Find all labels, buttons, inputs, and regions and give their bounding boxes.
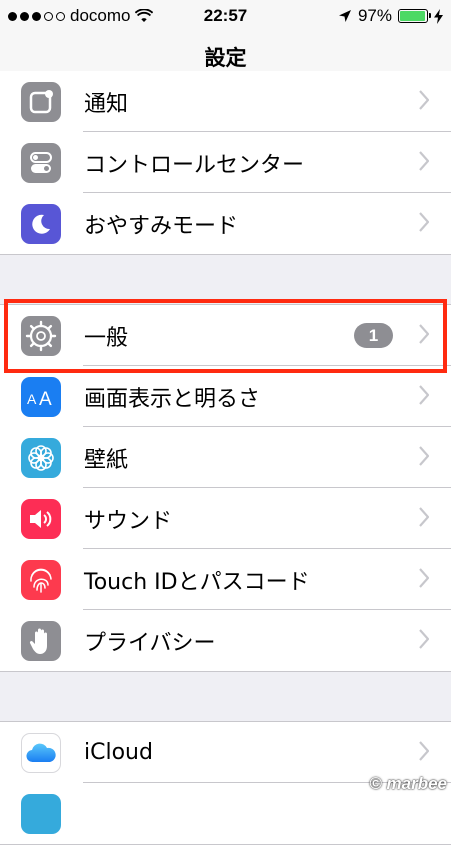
row-label: プライバシー (84, 630, 216, 656)
settings-group-2: 一般 1 A A 画面表示と明るさ 壁紙 サウンド Touch IDとパスコード… (0, 304, 451, 672)
chevron-right-icon (419, 324, 429, 344)
row-notifications[interactable]: 通知 (0, 71, 451, 132)
control-center-icon (21, 142, 61, 183)
row-label: 画面表示と明るさ (84, 386, 261, 412)
chevron-right-icon (419, 90, 429, 110)
update-badge: 1 (354, 323, 393, 348)
charging-bolt-icon (434, 8, 443, 24)
row-label: サウンド (84, 508, 173, 534)
gear-icon (21, 315, 61, 356)
notifications-icon (21, 81, 61, 122)
chevron-right-icon (419, 151, 429, 171)
row-label: 壁紙 (84, 447, 129, 473)
chevron-right-icon (419, 629, 429, 649)
chevron-right-icon (419, 446, 429, 466)
speaker-icon (21, 498, 61, 539)
row-wallpaper[interactable]: 壁紙 (0, 427, 451, 488)
chevron-right-icon (419, 212, 429, 232)
row-label: 通知 (84, 91, 129, 117)
chevron-right-icon (419, 507, 429, 527)
status-bar: docomo 22:57 97% (0, 0, 451, 32)
row-do-not-disturb[interactable]: おやすみモード (0, 193, 451, 254)
row-label: 一般 (84, 325, 129, 351)
row-label: コントロールセンター (84, 152, 305, 178)
display-text-size-icon: A A (21, 376, 61, 417)
battery-percent: 97% (357, 6, 392, 25)
watermark: © marbee (369, 774, 447, 793)
moon-icon (21, 203, 61, 244)
cloud-icon (21, 732, 61, 773)
row-label: Touch IDとパスコード (84, 569, 310, 595)
settings-group-1: 通知 コントロールセンター おやすみモード (0, 71, 451, 255)
hand-icon (21, 620, 61, 661)
svg-text:A: A (39, 389, 52, 407)
status-right: 97% (338, 6, 443, 26)
settings-list: 通知 コントロールセンター おやすみモード 一般 1 A A 画面表示と明るさ … (0, 71, 451, 845)
chevron-right-icon (419, 568, 429, 588)
row-control-center[interactable]: コントロールセンター (0, 132, 451, 193)
fingerprint-icon (21, 559, 61, 600)
row-privacy[interactable]: プライバシー (0, 610, 451, 671)
location-arrow-icon (338, 10, 351, 22)
chevron-right-icon (419, 385, 429, 405)
row-touch-id-passcode[interactable]: Touch IDとパスコード (0, 549, 451, 610)
wallpaper-flower-icon (21, 437, 61, 478)
row-sounds[interactable]: サウンド (0, 488, 451, 549)
svg-text:A: A (27, 391, 37, 407)
row-label: iCloud (84, 740, 153, 765)
row-display-brightness[interactable]: A A 画面表示と明るさ (0, 366, 451, 427)
row-label: おやすみモード (84, 213, 239, 239)
chevron-right-icon (419, 741, 429, 761)
row-general[interactable]: 一般 1 (0, 305, 451, 366)
battery-icon (398, 9, 431, 23)
